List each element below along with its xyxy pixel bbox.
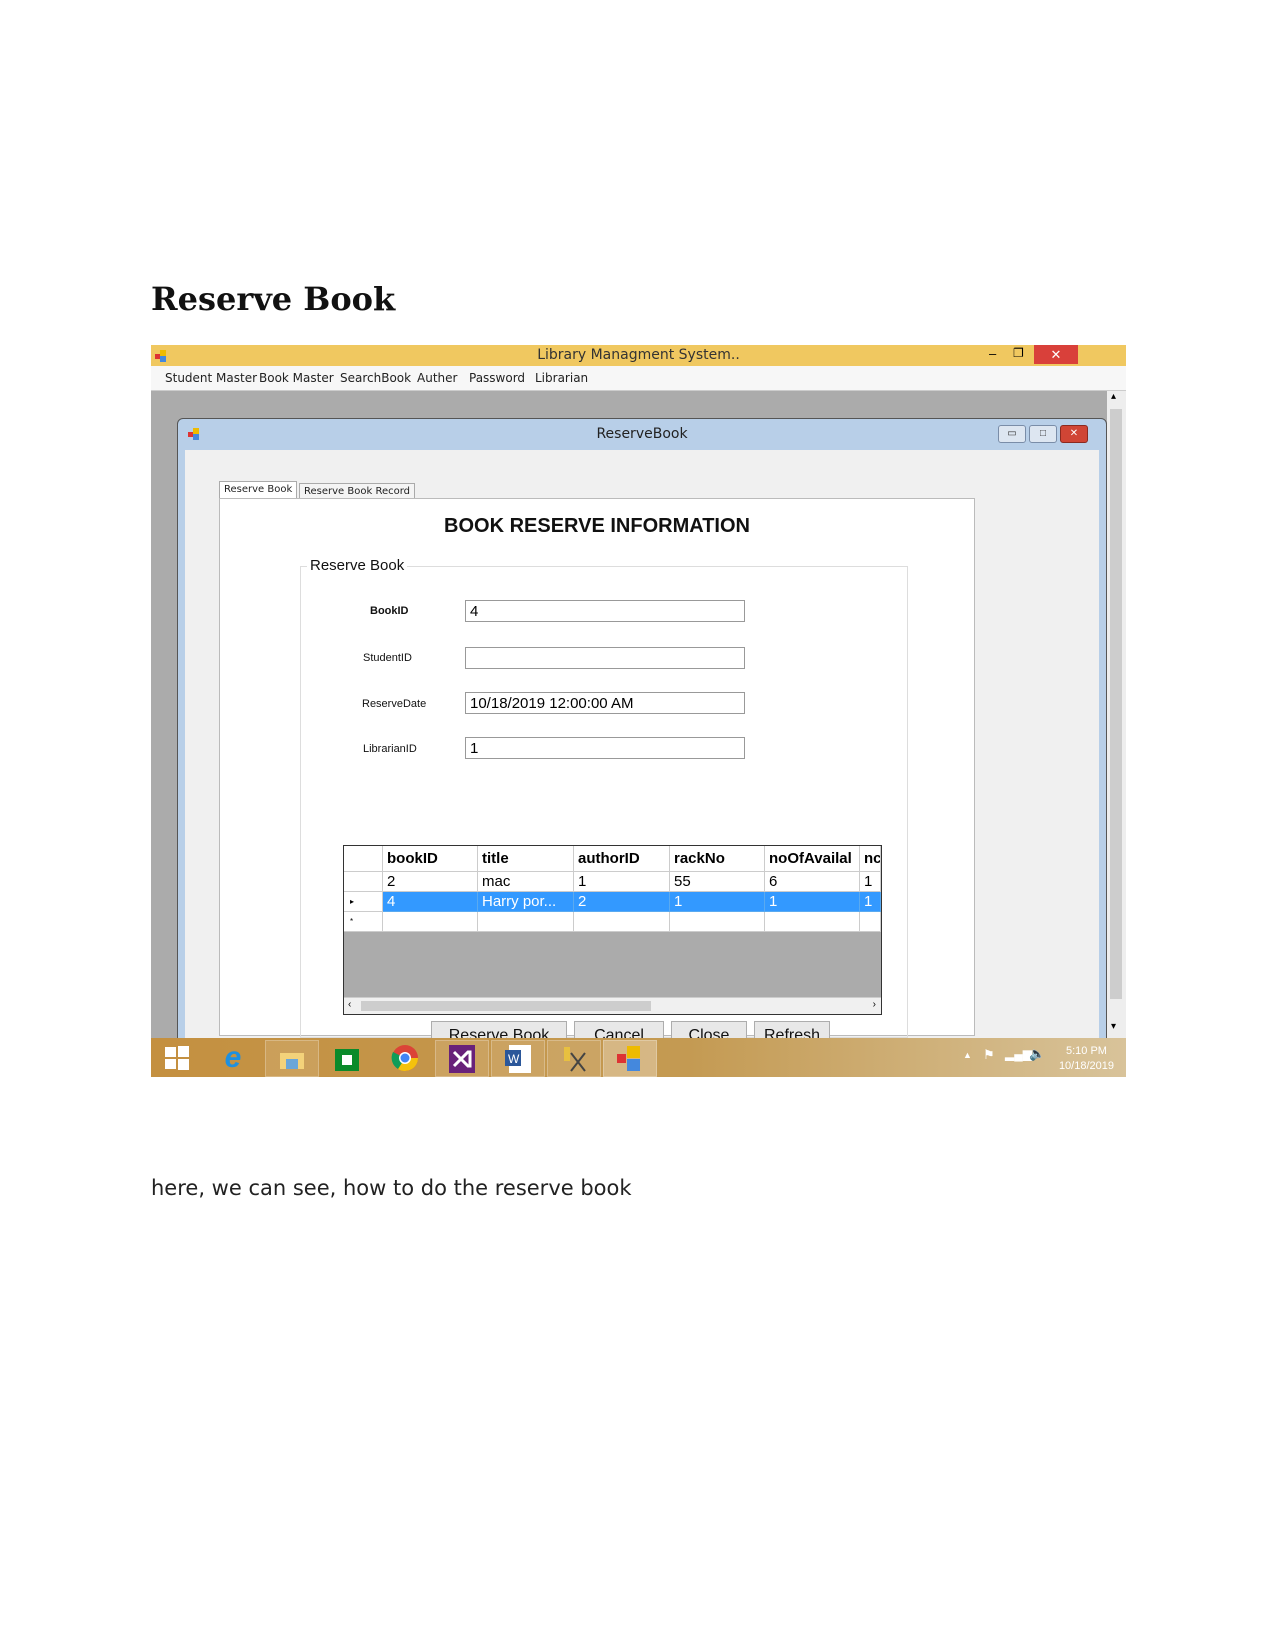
show-hidden-icons-icon[interactable]: ▲ — [963, 1050, 972, 1060]
grid-cell[interactable]: 2 — [574, 892, 670, 912]
grid-cell[interactable] — [383, 912, 478, 932]
studentid-input[interactable] — [465, 647, 745, 669]
librarianid-input[interactable]: 1 — [465, 737, 745, 759]
hscroll-thumb[interactable] — [361, 1001, 651, 1011]
window-title: ReserveBook — [596, 426, 688, 442]
action-center-flag-icon[interactable]: ⚑ — [983, 1047, 995, 1063]
window-client: Reserve Book Reserve Book Record BOOK RE… — [185, 450, 1099, 1050]
column-header[interactable]: noOfAvailal — [765, 846, 860, 872]
close-icon[interactable]: ✕ — [1034, 345, 1078, 364]
grid-cell[interactable]: 55 — [670, 872, 765, 892]
clock-time: 5:10 PM — [1065, 1045, 1107, 1057]
grid-cell[interactable]: 2 — [383, 872, 478, 892]
form-heading: BOOK RESERVE INFORMATION — [444, 515, 750, 537]
child-maximize-icon[interactable]: □ — [1029, 425, 1057, 443]
internet-explorer-icon[interactable]: e — [207, 1040, 259, 1075]
menu-searchbook[interactable]: SearchBook — [340, 371, 411, 385]
tab-page: BOOK RESERVE INFORMATION Reserve Book Bo… — [219, 498, 975, 1050]
network-signal-icon[interactable]: ▂▄▆ — [1005, 1047, 1032, 1061]
visual-studio-icon[interactable] — [435, 1040, 489, 1077]
tab-reserve-book-record[interactable]: Reserve Book Record — [299, 483, 415, 499]
tab-reserve-book[interactable]: Reserve Book — [219, 481, 298, 499]
reserve-book-group: Reserve Book BookID 4 StudentID ReserveD… — [300, 557, 908, 1050]
document-page: Reserve Book Library Managment System.. … — [0, 0, 1275, 1651]
column-header[interactable]: bookID — [383, 846, 478, 872]
grid-cell[interactable]: 4 — [383, 892, 478, 912]
grid-cell[interactable]: 1 — [860, 872, 881, 892]
reservebook-window: ReserveBook ▭ □ ✕ Reserve Book Reserve B… — [177, 418, 1107, 1050]
store-icon[interactable] — [321, 1040, 373, 1075]
menu-student-master[interactable]: Student Master — [165, 371, 257, 385]
grid-cell[interactable] — [860, 912, 881, 932]
app-title: Library Managment System.. — [537, 347, 740, 363]
grid-cell[interactable]: 1 — [860, 892, 881, 912]
restore-icon[interactable]: ❐ — [1013, 346, 1024, 360]
app-titlebar: Library Managment System.. – ❐ ✕ — [151, 345, 1126, 366]
reservedate-label: ReserveDate — [362, 698, 427, 710]
librarianid-label: LibrarianID — [363, 743, 417, 755]
horizontal-scrollbar[interactable]: ‹ › — [344, 997, 881, 1014]
grid-cell[interactable] — [670, 912, 765, 932]
current-row-indicator-icon[interactable]: ▸ — [344, 892, 383, 912]
grid-cell[interactable]: Harry por... — [478, 892, 574, 912]
column-header[interactable]: rackNo — [670, 846, 765, 872]
studentid-label: StudentID — [363, 652, 412, 664]
clock-date: 10/18/2019 — [1058, 1060, 1114, 1072]
document-heading: Reserve Book — [151, 280, 396, 318]
column-header[interactable]: title — [478, 846, 574, 872]
grid-cell[interactable] — [574, 912, 670, 932]
scroll-thumb[interactable] — [1110, 409, 1122, 999]
books-grid[interactable]: bookID title authorID rackNo noOfAvailal… — [343, 845, 882, 1015]
app-taskbar-icon[interactable] — [603, 1040, 657, 1077]
system-clock[interactable]: 5:10 PM 10/18/2019 — [1059, 1044, 1114, 1074]
chrome-icon[interactable] — [379, 1040, 431, 1075]
scroll-up-icon[interactable]: ▴ — [1111, 391, 1116, 402]
child-minimize-icon[interactable]: ▭ — [998, 425, 1026, 443]
menu-auther[interactable]: Auther — [417, 371, 457, 385]
row-header[interactable] — [344, 872, 383, 892]
menu-password[interactable]: Password — [469, 371, 525, 385]
grid-cell[interactable]: 1 — [765, 892, 860, 912]
grid-cell[interactable]: mac — [478, 872, 574, 892]
column-header[interactable]: authorID — [574, 846, 670, 872]
tools-icon[interactable] — [547, 1040, 601, 1077]
reservedate-input[interactable]: 10/18/2019 12:00:00 AM — [465, 692, 745, 714]
bookid-input[interactable]: 4 — [465, 600, 745, 622]
column-header[interactable]: nc — [860, 846, 881, 872]
scroll-down-icon[interactable]: ▾ — [1111, 1021, 1116, 1032]
document-caption: here, we can see, how to do the reserve … — [151, 1176, 632, 1200]
grid-cell[interactable]: 1 — [574, 872, 670, 892]
svg-text:W: W — [508, 1052, 520, 1066]
bookid-label: BookID — [370, 605, 409, 617]
word-icon[interactable]: W — [491, 1040, 545, 1077]
grid-cell[interactable]: 6 — [765, 872, 860, 892]
child-close-icon[interactable]: ✕ — [1060, 425, 1088, 443]
grid-cell[interactable] — [765, 912, 860, 932]
volume-icon[interactable]: 🔈 — [1029, 1046, 1045, 1062]
minimize-icon[interactable]: – — [989, 346, 996, 361]
grid-cell[interactable] — [478, 912, 574, 932]
menu-book-master[interactable]: Book Master — [259, 371, 334, 385]
grid-cell[interactable]: 1 — [670, 892, 765, 912]
menu-librarian[interactable]: Librarian — [535, 371, 588, 385]
windows-start-icon[interactable] — [151, 1040, 203, 1075]
scroll-left-icon[interactable]: ‹ — [348, 999, 351, 1010]
file-explorer-icon[interactable] — [265, 1040, 319, 1077]
vertical-scrollbar[interactable]: ▴ ▾ — [1107, 391, 1126, 1038]
app-screenshot: Library Managment System.. – ❐ ✕ Student… — [151, 345, 1126, 1077]
new-row-icon: * — [344, 912, 383, 932]
grid-corner — [344, 846, 383, 872]
taskbar: e W ▲ ⚑ ▂▄▆ 🔈 5:10 PM 10/18/2019 — [151, 1038, 1126, 1077]
scroll-right-icon[interactable]: › — [873, 999, 876, 1010]
group-label: Reserve Book — [307, 557, 408, 574]
menu-bar: Student Master Book Master SearchBook Au… — [151, 366, 1126, 391]
